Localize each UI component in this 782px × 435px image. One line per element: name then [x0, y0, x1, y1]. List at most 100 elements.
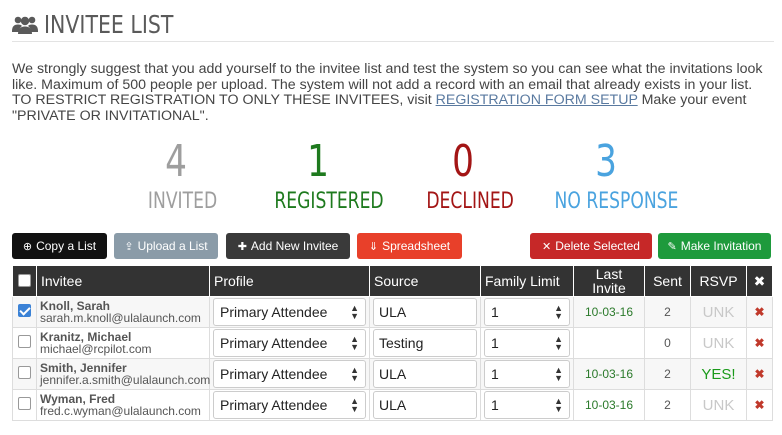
invitee-cell: Smith, Jennifer jennifer.a.smith@ulalaun… — [36, 358, 211, 390]
invitee-email: fred.c.wyman@ulalaunch.com — [40, 403, 201, 418]
add-new-invitee-button[interactable]: ✚ Add New Invitee — [226, 233, 350, 259]
source-cell: ULA — [369, 389, 481, 421]
source-input[interactable]: ULA — [373, 298, 477, 326]
source-input[interactable]: Testing — [373, 329, 477, 357]
table-row: Smith, Jennifer jennifer.a.smith@ulalaun… — [12, 358, 773, 390]
stat-registered: 1 REGISTERED — [262, 140, 384, 214]
table-row: Knoll, Sarah sarah.m.knoll@ulalaunch.com… — [12, 296, 773, 328]
profile-select[interactable]: Primary Attendee ▲ ▼ — [213, 360, 366, 388]
profile-cell: Primary Attendee ▲ ▼ — [209, 296, 370, 328]
profile-cell: Primary Attendee ▲ ▼ — [209, 389, 370, 421]
select-arrows-icon: ▲ ▼ — [554, 334, 563, 352]
stat-declined-label: DECLINED — [426, 189, 514, 214]
users-icon — [12, 14, 38, 36]
delete-row-icon[interactable]: ✖ — [746, 358, 773, 390]
page-header: INVITEE LIST — [12, 8, 774, 42]
family-limit-value: 1 — [491, 366, 499, 382]
invitee-cell: Knoll, Sarah sarah.m.knoll@ulalaunch.com — [36, 296, 210, 328]
last-invite-cell: 10-03-16 — [573, 358, 645, 390]
source-input[interactable]: ULA — [373, 360, 477, 388]
select-arrows-icon: ▲ ▼ — [554, 303, 563, 321]
row-select-cell[interactable] — [12, 327, 37, 359]
row-select-cell[interactable] — [12, 389, 37, 421]
row-checkbox[interactable] — [18, 366, 31, 379]
profile-value: Primary Attendee — [220, 397, 328, 413]
family-limit-cell: 1 ▲ ▼ — [480, 327, 574, 359]
source-cell: ULA — [369, 358, 481, 390]
family-limit-cell: 1 ▲ ▼ — [480, 358, 574, 390]
profile-select[interactable]: Primary Attendee ▲ ▼ — [213, 329, 366, 357]
upload-list-button[interactable]: ⇪ Upload a List — [114, 233, 218, 259]
sent-cell: 2 — [644, 358, 691, 390]
registration-form-setup-link[interactable]: REGISTRATION FORM SETUP — [436, 92, 638, 108]
invitee-table: Invitee Profile Source Family Limit Last… — [12, 265, 773, 421]
delete-row-icon[interactable]: ✖ — [746, 296, 773, 328]
invitee-name: Wyman, Fred — [40, 391, 116, 406]
select-arrows-icon: ▲ ▼ — [350, 396, 359, 414]
header-profile[interactable]: Profile — [209, 265, 370, 297]
profile-value: Primary Attendee — [220, 335, 328, 351]
row-checkbox[interactable] — [18, 304, 31, 317]
invitee-cell: Wyman, Fred fred.c.wyman@ulalaunch.com — [36, 389, 210, 421]
copy-list-button[interactable]: ⊕ Copy a List — [12, 233, 107, 259]
stat-declined: 0 DECLINED — [416, 140, 514, 214]
plus-icon: ✚ — [237, 240, 247, 253]
invitee-email: michael@rcpilot.com — [40, 341, 152, 356]
profile-select[interactable]: Primary Attendee ▲ ▼ — [213, 391, 366, 419]
profile-cell: Primary Attendee ▲ ▼ — [209, 358, 370, 390]
family-limit-select[interactable]: 1 ▲ ▼ — [484, 298, 570, 326]
sent-cell: 0 — [644, 327, 691, 359]
add-new-invitee-label: Add New Invitee — [250, 239, 339, 253]
family-limit-select[interactable]: 1 ▲ ▼ — [484, 329, 570, 357]
family-limit-value: 1 — [491, 335, 499, 351]
page-title: INVITEE LIST — [44, 10, 174, 39]
sent-cell: 2 — [644, 296, 691, 328]
header-family-limit[interactable]: Family Limit — [480, 265, 574, 297]
profile-value: Primary Attendee — [220, 304, 328, 320]
select-arrows-icon: ▲ ▼ — [554, 365, 563, 383]
profile-select[interactable]: Primary Attendee ▲ ▼ — [213, 298, 366, 326]
invitee-name: Kranitz, Michael — [40, 329, 132, 344]
stat-registered-label: REGISTERED — [274, 189, 384, 214]
header-rsvp[interactable]: RSVP — [690, 265, 747, 297]
stat-invited-label: INVITED — [147, 189, 218, 214]
copy-list-label: Copy a List — [36, 239, 97, 253]
row-select-cell[interactable] — [12, 296, 37, 328]
invitee-email: jennifer.a.smith@ulalaunch.com — [40, 372, 211, 387]
header-invitee[interactable]: Invitee — [36, 265, 210, 297]
header-sent[interactable]: Sent — [644, 265, 691, 297]
header-delete-icon: ✖ — [746, 265, 773, 297]
table-header-row: Invitee Profile Source Family Limit Last… — [12, 265, 773, 297]
select-arrows-icon: ▲ ▼ — [554, 396, 563, 414]
row-checkbox[interactable] — [18, 397, 31, 410]
delete-row-icon[interactable]: ✖ — [746, 389, 773, 421]
source-input[interactable]: ULA — [373, 391, 477, 419]
download-icon: ⇓ — [368, 240, 379, 253]
row-select-cell[interactable] — [12, 358, 37, 390]
table-row: Kranitz, Michael michael@rcpilot.com Pri… — [12, 327, 773, 359]
row-checkbox[interactable] — [18, 335, 31, 348]
make-invitation-button[interactable]: ✎ Make Invitation — [658, 233, 771, 259]
stat-no-response-label: NO RESPONSE — [554, 189, 679, 214]
invitee-name: Knoll, Sarah — [40, 298, 111, 313]
rsvp-cell: YES! — [690, 358, 747, 390]
select-all-checkbox[interactable] — [18, 273, 31, 287]
stat-no-response: 3 NO RESPONSE — [540, 140, 679, 214]
delete-row-icon[interactable]: ✖ — [746, 327, 773, 359]
rsvp-cell: UNK — [690, 389, 747, 421]
family-limit-cell: 1 ▲ ▼ — [480, 296, 574, 328]
rsvp-cell: UNK — [690, 296, 747, 328]
delete-selected-button[interactable]: ✕ Delete Selected — [530, 233, 652, 259]
family-limit-select[interactable]: 1 ▲ ▼ — [484, 391, 570, 419]
source-cell: ULA — [369, 296, 481, 328]
last-invite-cell — [573, 327, 645, 359]
source-cell: Testing — [369, 327, 481, 359]
spreadsheet-label: Spreadsheet — [382, 239, 451, 253]
spreadsheet-button[interactable]: ⇓ Spreadsheet — [357, 233, 462, 259]
family-limit-select[interactable]: 1 ▲ ▼ — [484, 360, 570, 388]
header-last-invite[interactable]: Last Invite — [573, 265, 645, 297]
invitee-email: sarah.m.knoll@ulalaunch.com — [40, 310, 201, 325]
select-all-cell[interactable] — [12, 265, 37, 297]
header-source[interactable]: Source — [369, 265, 481, 297]
profile-value: Primary Attendee — [220, 366, 328, 382]
